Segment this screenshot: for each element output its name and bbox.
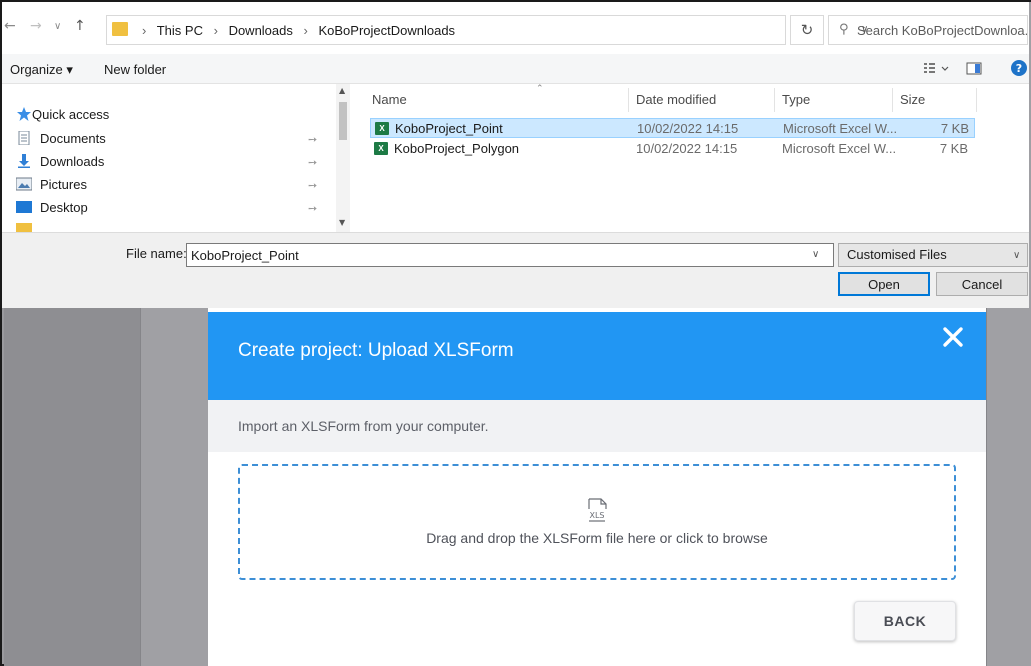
dialog-bottom-panel: File name: ∨ Customised Files ∨ Open Can… (2, 232, 1029, 308)
documents-icon (18, 131, 30, 145)
chevron-down-icon: ∨ (1013, 250, 1021, 261)
sort-ascending-icon: ⌃ (536, 84, 544, 94)
breadcrumb-separator: › (213, 23, 218, 38)
star-icon (17, 107, 31, 121)
modal-title: Create project: Upload XLSForm (238, 340, 514, 361)
nav-item-documents[interactable]: Documents ➙ (12, 128, 332, 150)
help-icon[interactable]: ? (1010, 59, 1028, 77)
dialog-toolbar: Organize ▾ New folder ? (2, 54, 1029, 84)
svg-text:?: ? (1016, 62, 1022, 75)
file-name-input[interactable] (186, 243, 834, 267)
nav-item-quick-access[interactable]: Quick access (12, 104, 332, 126)
modal-subtitle: Import an XLSForm from your computer. (238, 418, 489, 434)
file-size: 7 KB (940, 121, 969, 136)
open-button[interactable]: Open (838, 272, 930, 296)
nav-item-desktop[interactable]: Desktop ➙ (12, 197, 332, 219)
navigation-pane: Quick access Documents ➙ Downloads ➙ Pic… (2, 84, 350, 232)
nav-item-label: Pictures (40, 177, 87, 192)
downloads-icon (18, 154, 30, 168)
pin-icon: ➙ (308, 203, 318, 215)
file-type-filter-select[interactable]: Customised Files ∨ (838, 243, 1028, 267)
folder-icon (16, 223, 32, 232)
upload-xlsform-modal: Create project: Upload XLSForm Import an… (208, 292, 986, 666)
cancel-button[interactable]: Cancel (936, 272, 1028, 296)
file-date: 10/02/2022 14:15 (637, 121, 739, 136)
pin-icon: ➙ (308, 134, 318, 146)
modal-header: Create project: Upload XLSForm (208, 312, 986, 400)
file-type-filter-value: Customised Files (847, 247, 947, 262)
nav-item-label: Downloads (40, 154, 105, 169)
file-list: ⌃ Name Date modified Type Size X KoboPro… (354, 84, 1029, 232)
view-options-icon[interactable] (922, 60, 952, 76)
column-header-name[interactable]: Name (372, 92, 407, 107)
file-open-dialog: ← → ∨ ↑ › This PC › Downloads › KoBoProj… (2, 2, 1029, 308)
column-divider (628, 88, 629, 112)
forward-arrow-icon[interactable]: → (30, 18, 42, 34)
folder-icon (112, 22, 128, 36)
nav-item-label: Documents (40, 131, 106, 146)
pictures-icon (16, 177, 32, 191)
pin-icon: ➙ (308, 157, 318, 169)
dropzone-instructions: Drag and drop the XLSForm file here or c… (426, 530, 768, 546)
column-header-date-modified[interactable]: Date modified (636, 92, 716, 107)
close-icon[interactable] (940, 324, 966, 350)
xls-icon-label: XLS (589, 511, 604, 520)
organize-button[interactable]: Organize ▾ (10, 62, 73, 78)
chevron-down-icon[interactable]: ∨ (812, 249, 819, 260)
refresh-icon[interactable]: ↻ (790, 15, 824, 45)
column-divider (976, 88, 977, 112)
modal-subheader: Import an XLSForm from your computer. (208, 400, 986, 452)
search-input[interactable] (857, 19, 1027, 41)
nav-item-pictures[interactable]: Pictures ➙ (12, 174, 332, 196)
breadcrumb-this-pc[interactable]: This PC (157, 23, 203, 38)
file-date: 10/02/2022 14:15 (636, 141, 738, 156)
breadcrumb: › This PC › Downloads › KoBoProjectDownl… (135, 23, 455, 38)
nav-scrollbar[interactable]: ▲ ▼ (336, 84, 350, 232)
excel-file-icon: X (375, 122, 389, 135)
scroll-thumb[interactable] (339, 102, 347, 140)
breadcrumb-downloads[interactable]: Downloads (229, 23, 293, 38)
file-name: KoboProject_Polygon (394, 141, 520, 156)
address-box[interactable]: › This PC › Downloads › KoBoProjectDownl… (106, 15, 868, 45)
file-row[interactable]: X KoboProject_Polygon 10/02/2022 14:15 M… (370, 139, 975, 159)
back-arrow-icon[interactable]: ← (4, 18, 16, 34)
up-arrow-icon[interactable]: ↑ (74, 18, 86, 34)
column-header-size[interactable]: Size (900, 92, 925, 107)
preview-pane-icon[interactable] (966, 60, 982, 76)
xlsform-dropzone[interactable]: XLS Drag and drop the XLSForm file here … (238, 464, 956, 580)
search-icon: ⚲ (839, 22, 849, 37)
nav-item-partial[interactable] (12, 220, 332, 232)
file-size: 7 KB (939, 141, 968, 156)
column-divider (892, 88, 893, 112)
scroll-up-icon[interactable]: ▲ (339, 86, 345, 95)
file-name: KoboProject_Point (395, 121, 503, 136)
back-button[interactable]: BACK (854, 601, 956, 641)
file-name-label: File name: (126, 246, 187, 261)
search-box[interactable]: ⚲ (828, 15, 1028, 45)
scroll-down-icon[interactable]: ▼ (339, 218, 345, 227)
pin-icon: ➙ (308, 180, 318, 192)
xls-file-icon: XLS (588, 498, 607, 522)
address-bar-row: ← → ∨ ↑ › This PC › Downloads › KoBoProj… (2, 2, 1029, 54)
breadcrumb-kobo-folder[interactable]: KoBoProjectDownloads (318, 23, 455, 38)
file-row[interactable]: X KoboProject_Point 10/02/2022 14:15 Mic… (370, 118, 975, 138)
breadcrumb-separator: › (303, 23, 308, 38)
nav-item-label: Desktop (40, 200, 88, 215)
nav-item-downloads[interactable]: Downloads ➙ (12, 151, 332, 173)
file-type: Microsoft Excel W... (783, 121, 898, 136)
breadcrumb-separator: › (142, 23, 147, 38)
new-folder-button[interactable]: New folder (104, 62, 166, 77)
excel-file-icon: X (374, 142, 388, 155)
desktop-icon (16, 201, 32, 213)
nav-item-label: Quick access (32, 107, 110, 122)
recent-locations-chevron-icon[interactable]: ∨ (54, 21, 61, 32)
column-divider (774, 88, 775, 112)
column-header-type[interactable]: Type (782, 92, 810, 107)
file-type: Microsoft Excel W... (782, 141, 897, 156)
